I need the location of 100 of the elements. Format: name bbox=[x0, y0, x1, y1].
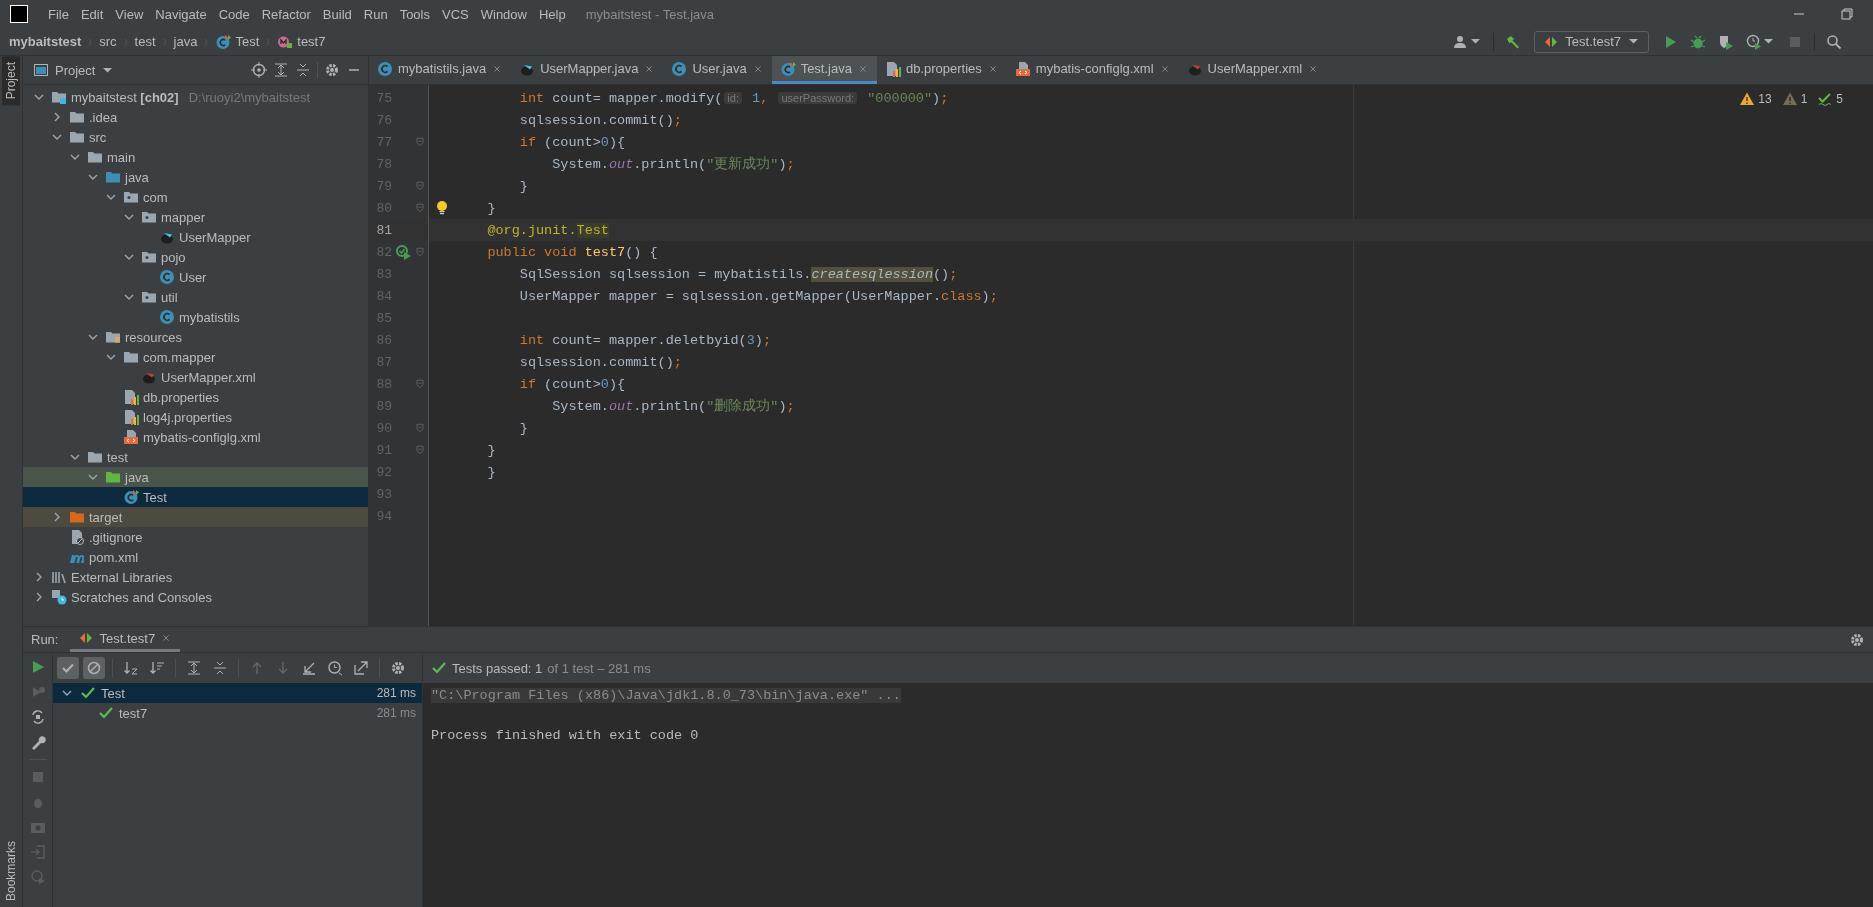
editor-tab[interactable]: mybatistils.java bbox=[369, 56, 512, 84]
run-configuration-dropdown[interactable]: Test.test7 bbox=[1534, 30, 1649, 53]
run-tab[interactable]: Test.test7 bbox=[70, 627, 181, 652]
editor-tab[interactable]: User.java bbox=[663, 56, 772, 84]
tree-item[interactable]: util bbox=[23, 287, 368, 307]
folder-icon bbox=[69, 129, 85, 145]
menu-item[interactable]: Code bbox=[212, 3, 256, 25]
restore-icon[interactable] bbox=[1839, 6, 1855, 22]
editor-tab[interactable]: mybatis-configlg.xml bbox=[1006, 56, 1179, 84]
panel-icon bbox=[33, 62, 49, 78]
breadcrumb[interactable]: src bbox=[96, 32, 120, 51]
tree-item[interactable]: main bbox=[23, 147, 368, 167]
hammer-icon[interactable] bbox=[1505, 33, 1522, 50]
duration: 281 ms bbox=[376, 686, 417, 700]
tree-item[interactable]: java bbox=[23, 467, 368, 487]
caret-icon[interactable] bbox=[1471, 39, 1481, 44]
menu-item[interactable]: Refactor bbox=[255, 3, 317, 25]
breadcrumb[interactable]: java bbox=[170, 32, 201, 51]
menu-item[interactable]: Run bbox=[357, 3, 394, 25]
show-ignored-icon bbox=[86, 660, 102, 676]
tree-item[interactable]: .gitignore bbox=[23, 527, 368, 547]
breadcrumb[interactable]: test7 bbox=[274, 31, 329, 52]
coverage-icon[interactable] bbox=[1718, 33, 1734, 50]
toggle-auto-test-icon[interactable] bbox=[29, 709, 46, 725]
menu-item[interactable]: Build bbox=[316, 3, 358, 25]
menu-item[interactable]: Tools bbox=[393, 3, 436, 25]
tree-item[interactable]: com bbox=[23, 187, 368, 207]
properties-file-icon bbox=[123, 389, 139, 405]
editor-tab[interactable]: Test.java bbox=[771, 56, 877, 84]
menu-item[interactable]: VCS bbox=[436, 3, 475, 25]
settings-icon[interactable] bbox=[1849, 631, 1865, 648]
menu-item[interactable]: Help bbox=[532, 3, 572, 25]
tree-item[interactable]: User bbox=[23, 267, 368, 287]
tree-item[interactable]: mybatis-configlg.xml bbox=[23, 427, 368, 447]
scratches-icon bbox=[51, 589, 67, 605]
expand-all-icon[interactable] bbox=[273, 62, 289, 78]
breadcrumb[interactable]: test bbox=[131, 32, 159, 51]
breadcrumb[interactable]: Test bbox=[212, 31, 263, 52]
breadcrumb[interactable]: mybaitstest bbox=[6, 32, 85, 51]
tree-item[interactable]: target bbox=[23, 507, 368, 527]
tree-item[interactable]: UserMapper.xml bbox=[23, 367, 368, 387]
tree-item[interactable]: mybaitstest [ch02] D:\ruoyi2\mybaitstest bbox=[23, 87, 368, 107]
side-tab[interactable]: Project bbox=[2, 56, 20, 106]
test-tree-item[interactable]: Test 281 ms bbox=[53, 683, 422, 703]
tree-item[interactable]: External Libraries bbox=[23, 567, 368, 587]
code-line: SqlSession sqlsession = mybatistils.createsqlession(); bbox=[518, 266, 958, 282]
warning-icon bbox=[1781, 91, 1798, 107]
menu-item[interactable]: File bbox=[42, 3, 75, 25]
code-line: sqlsession.commit(); bbox=[518, 354, 682, 370]
settings-icon[interactable] bbox=[324, 62, 340, 78]
console-line: Process finished with exit code 0 bbox=[431, 728, 699, 743]
editor-tab[interactable]: UserMapper.xml bbox=[1178, 56, 1328, 84]
tree-item[interactable]: pojo bbox=[23, 247, 368, 267]
tree-item[interactable]: test bbox=[23, 447, 368, 467]
show-passed-toggle[interactable] bbox=[57, 657, 79, 679]
menu-item[interactable]: Navigate bbox=[149, 3, 213, 25]
class-icon bbox=[671, 60, 688, 77]
tree-item[interactable]: java bbox=[23, 167, 368, 187]
tree-item[interactable]: mapper bbox=[23, 207, 368, 227]
class-icon bbox=[159, 269, 175, 285]
tree-item[interactable]: db.properties bbox=[23, 387, 368, 407]
project-view-dropdown[interactable]: Project bbox=[29, 62, 119, 78]
search-icon[interactable] bbox=[1826, 33, 1842, 50]
check-icon bbox=[1817, 91, 1834, 107]
inspection-count: 1 bbox=[1800, 92, 1808, 106]
tree-item[interactable]: Scratches and Consoles bbox=[23, 587, 368, 607]
test-tree-item[interactable]: test7 281 ms bbox=[53, 703, 422, 723]
side-tab[interactable]: Bookmarks bbox=[2, 834, 20, 907]
tree-item[interactable]: .idea bbox=[23, 107, 368, 127]
check-icon bbox=[98, 705, 114, 721]
package-folder-icon bbox=[141, 209, 157, 225]
lightbulb-icon[interactable] bbox=[434, 200, 450, 216]
run-test-icon[interactable] bbox=[395, 244, 411, 260]
locate-icon[interactable] bbox=[251, 62, 267, 78]
menu-item[interactable]: Window bbox=[474, 3, 533, 25]
code-line: @org.junit.Test bbox=[486, 222, 609, 238]
menu-item[interactable]: Edit bbox=[74, 3, 110, 25]
code-line: } bbox=[486, 464, 496, 480]
tree-item[interactable]: pom.xml bbox=[23, 547, 368, 567]
collapse-all-icon[interactable] bbox=[295, 62, 311, 78]
show-ignored-toggle[interactable] bbox=[83, 657, 105, 679]
tree-item[interactable]: log4j.properties bbox=[23, 407, 368, 427]
test-class-icon bbox=[779, 60, 796, 77]
import-icon bbox=[301, 660, 317, 676]
test-class-icon bbox=[123, 489, 139, 505]
tree-item[interactable]: src bbox=[23, 127, 368, 147]
tree-item[interactable]: UserMapper bbox=[23, 227, 368, 247]
editor-tab[interactable]: UserMapper.java bbox=[511, 56, 664, 84]
tree-item[interactable]: mybatistils bbox=[23, 307, 368, 327]
tree-item[interactable]: Test bbox=[23, 487, 368, 507]
profile-icon[interactable] bbox=[1746, 33, 1762, 50]
menu-item[interactable]: View bbox=[109, 3, 150, 25]
module-folder-icon bbox=[51, 89, 67, 105]
editor-tab[interactable]: db.properties bbox=[876, 56, 1007, 84]
tree-item[interactable]: resources bbox=[23, 327, 368, 347]
sort-icon bbox=[149, 660, 165, 676]
collapse-all-icon bbox=[212, 660, 228, 676]
tree-item[interactable]: com.mapper bbox=[23, 347, 368, 367]
caret-icon[interactable] bbox=[1764, 39, 1773, 44]
xml-file-icon bbox=[1014, 60, 1031, 77]
